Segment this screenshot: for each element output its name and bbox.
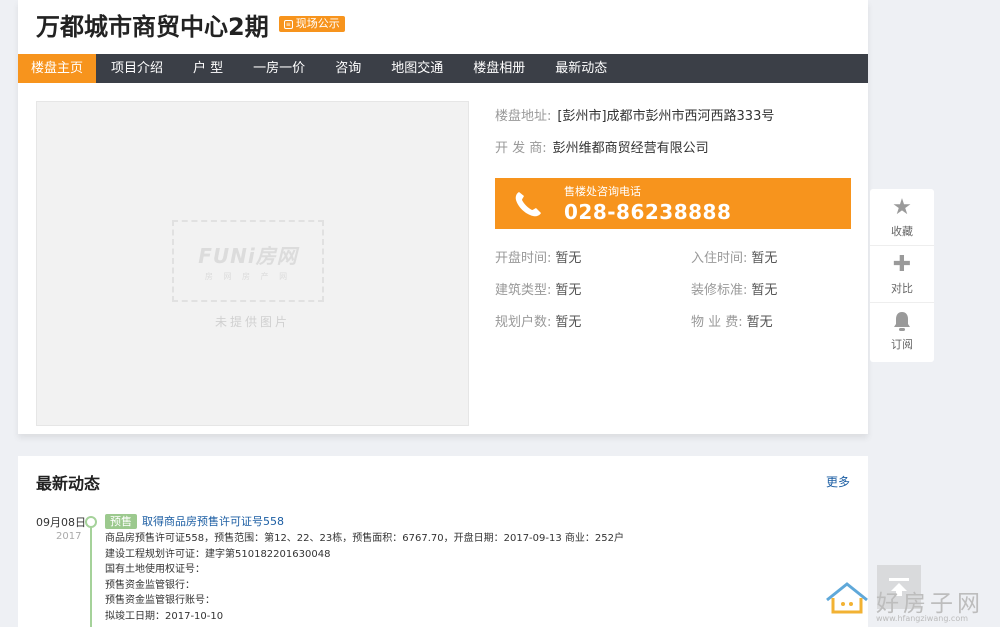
nav-item-news[interactable]: 最新动态: [540, 54, 622, 83]
funi-logo-sub: 房 网 房 产 网: [204, 272, 292, 281]
project-info: 楼盘地址: [彭州市]成都市彭州市西河西路333号 开 发 商: 彭州维都商贸经营有…: [495, 101, 855, 165]
developer-value: 彭州维都商贸经营有限公司: [552, 141, 709, 156]
address-label: 楼盘地址:: [495, 109, 552, 124]
nav-item-floorplans[interactable]: 户 型: [178, 54, 238, 83]
nav-item-unit-prices[interactable]: 一房一价: [238, 54, 320, 83]
news-line: 拟竣工日期：2017-10-10: [105, 610, 224, 622]
presale-tag: 预售: [105, 513, 137, 529]
news-title-row: 预售 取得商品房预售许可证号558: [105, 513, 845, 529]
attr-row: 开盘时间: 暂无 入住时间: 暂无: [495, 243, 851, 275]
news-line: 预售资金监管银行账号：: [105, 595, 215, 606]
attr-row: 规划户数: 暂无 物 业 费: 暂无: [495, 307, 851, 339]
main-nav: 楼盘主页 项目介绍 户 型 一房一价 咨询 地图交通 楼盘相册 最新动态: [18, 54, 868, 83]
project-photo-placeholder[interactable]: FUNi房网 房 网 房 产 网 未提供图片: [36, 101, 469, 426]
news-line: 国有土地使用权证号：: [105, 564, 205, 575]
no-image-caption: 未提供图片: [214, 315, 290, 329]
attr-open-date: 开盘时间: 暂无: [495, 251, 582, 266]
funi-logo: FUNi房网: [198, 244, 298, 268]
title-row: 万都城市商贸中心2期 ≡ 现场公示: [36, 6, 345, 42]
favorite-button[interactable]: ★ 收藏: [870, 189, 934, 246]
news-heading: 最新动态: [36, 474, 101, 493]
nav-item-map[interactable]: 地图交通: [376, 54, 458, 83]
bell-icon: [894, 312, 910, 331]
watermark-text: 好房子网: [876, 591, 984, 617]
live-announcement-badge[interactable]: ≡ 现场公示: [278, 16, 345, 32]
attr-building-type: 建筑类型: 暂无: [495, 283, 582, 298]
attr-row: 建筑类型: 暂无 装修标准: 暂无: [495, 275, 851, 307]
attr-property-fee: 物 业 费: 暂无: [691, 315, 773, 330]
star-icon: ★: [892, 194, 912, 220]
placeholder-logo-box: FUNi房网 房 网 房 产 网: [172, 220, 324, 302]
page-title: 万都城市商贸中心2期: [36, 12, 269, 41]
nav-item-home[interactable]: 楼盘主页: [18, 54, 97, 83]
news-title-link[interactable]: 取得商品房预售许可证号558: [142, 513, 284, 529]
sales-phone-number: 028-86238888: [564, 200, 732, 224]
side-toolbar: ★ 收藏 ✚ 对比 订阅: [870, 189, 934, 362]
nav-item-intro[interactable]: 项目介绍: [96, 54, 178, 83]
watermark-url: www.hfangziwang.com: [876, 614, 969, 623]
compare-button[interactable]: ✚ 对比: [870, 246, 934, 303]
nav-item-consult[interactable]: 咨询: [320, 54, 376, 83]
badge-label: 现场公示: [295, 17, 340, 30]
plus-icon: ✚: [892, 251, 912, 277]
address-row: 楼盘地址: [彭州市]成都市彭州市西河西路333号: [495, 101, 855, 133]
address-value: [彭州市]成都市彭州市西河西路333号: [557, 109, 775, 124]
timeline-line: [90, 524, 92, 627]
news-item: 预售 取得商品房预售许可证号558 商品房预售许可证558，预售范围：第12、2…: [105, 513, 845, 624]
phone-icon: [515, 192, 541, 217]
project-attributes: 开盘时间: 暂无 入住时间: 暂无 建筑类型: 暂无 装修标准: 暂无 规划户数: 暂无 …: [495, 243, 851, 339]
developer-label: 开 发 商:: [495, 141, 547, 156]
news-more-link[interactable]: 更多: [826, 473, 850, 490]
watermark-house-icon: [826, 582, 868, 614]
news-line: 建设工程规划许可证：建字第510182201630048: [105, 548, 331, 560]
news-line: 商品房预售许可证558，预售范围：第12、22、23栋，预售面积：6767.70…: [105, 533, 624, 544]
latest-news-card: 最新动态 更多 09月08日 2017 预售 取得商品房预售许可证号558 商品…: [18, 456, 868, 627]
timeline-dot: [85, 516, 97, 528]
news-date: 09月08日: [36, 516, 86, 529]
favorite-label: 收藏: [891, 224, 913, 238]
news-line: 预售资金监管银行：: [105, 579, 195, 591]
compare-label: 对比: [891, 281, 913, 295]
subscribe-label: 订阅: [891, 338, 913, 351]
attr-decoration: 装修标准: 暂无: [691, 283, 778, 298]
news-details: 商品房预售许可证558，预售范围：第12、22、23栋，预售面积：6767.70…: [105, 531, 845, 624]
nav-item-album[interactable]: 楼盘相册: [458, 54, 540, 83]
sales-phone-label: 售楼处咨询电话: [564, 185, 641, 198]
news-year: 2017: [56, 531, 82, 542]
subscribe-button[interactable]: 订阅: [870, 303, 934, 360]
chat-icon: ≡: [283, 19, 293, 29]
attr-move-in-date: 入住时间: 暂无: [691, 251, 778, 266]
sales-phone-bar[interactable]: 售楼处咨询电话 028-86238888: [495, 178, 851, 229]
attr-planned-units: 规划户数: 暂无: [495, 315, 582, 330]
developer-row: 开 发 商: 彭州维都商贸经营有限公司: [495, 133, 855, 165]
